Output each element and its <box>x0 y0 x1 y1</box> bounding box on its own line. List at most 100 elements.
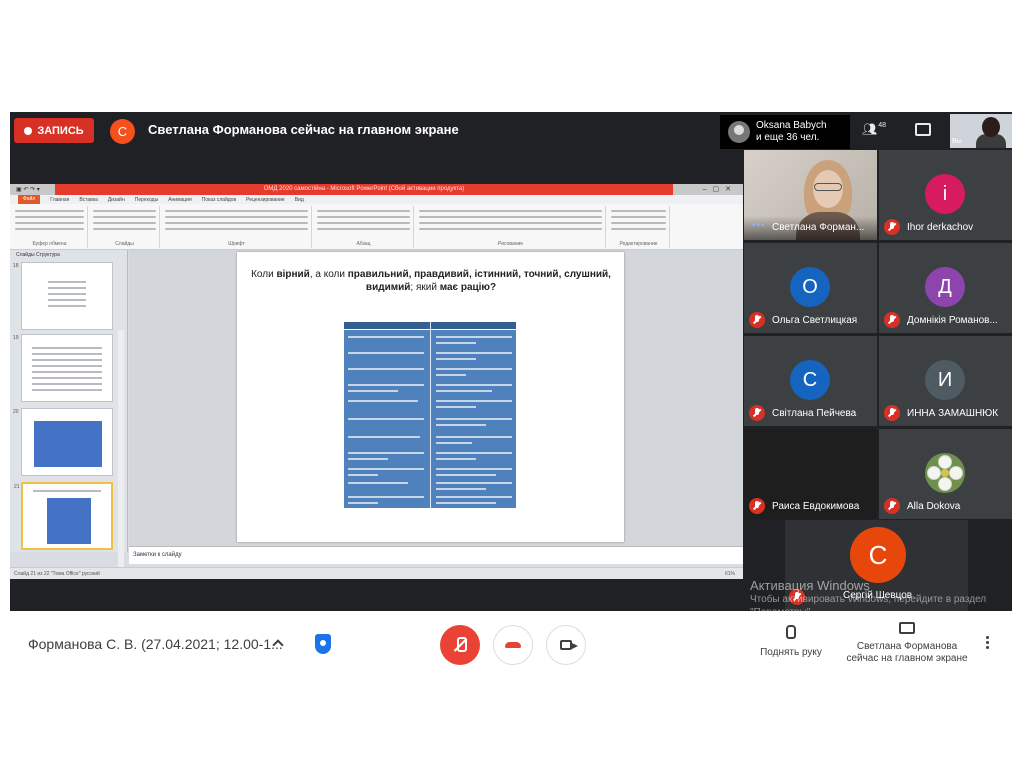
participant-name: Раиса Евдокимова <box>772 501 860 512</box>
present-screen-icon <box>899 622 915 634</box>
ribbon-group-drawing: Рисование <box>416 206 606 248</box>
record-label: ЗАПИСЬ <box>37 124 84 137</box>
tab-insert: Вставка <box>79 196 98 203</box>
raise-hand-label: Поднять руку <box>760 647 822 658</box>
participant-name: Сергій Шевцов <box>843 590 913 601</box>
chat-icon[interactable] <box>915 123 931 136</box>
present-label-line1: Светлана Форманова <box>856 641 958 652</box>
participant-tile[interactable]: i Ihor derkachov <box>879 150 1012 240</box>
avatar: И <box>925 360 965 400</box>
mic-off-icon <box>749 312 765 328</box>
ppt-title-bar: ▣ ↶ ↷ ▾ ОМД 2020 самостійна - Microsoft … <box>10 184 743 195</box>
ribbon-group-slides: Слайды <box>90 206 160 248</box>
presenting-banner: Светлана Форманова сейчас на главном экр… <box>148 122 459 137</box>
slide-thumbnail: 19 <box>13 334 113 402</box>
tab-design: Дизайн <box>107 196 125 203</box>
camera-icon <box>560 640 578 650</box>
raise-hand-button[interactable]: Поднять руку <box>758 625 824 658</box>
ribbon-group-paragraph: Абзац <box>314 206 414 248</box>
more-options-icon[interactable] <box>986 636 990 651</box>
mic-off-icon <box>884 498 900 514</box>
tab-animation: Анимация <box>168 196 192 203</box>
mic-off-icon <box>451 636 469 654</box>
mic-off-icon <box>884 405 900 421</box>
participant-tile-empty <box>968 520 1012 611</box>
record-indicator[interactable]: ЗАПИСЬ <box>14 118 94 143</box>
tab-file: Файл <box>18 195 41 204</box>
hand-icon <box>786 625 796 639</box>
participant-name: Домнікія Романов... <box>907 315 998 326</box>
participants-summary[interactable]: Oksana Babych и еще 36 чел. <box>720 115 850 149</box>
self-video-thumbnail[interactable]: Вы <box>950 114 1012 148</box>
camera-toggle-button[interactable] <box>546 625 586 665</box>
hang-up-button[interactable] <box>493 625 533 665</box>
self-label: Вы <box>952 138 962 145</box>
current-slide: Коли вірний, а коли правильний, правдиви… <box>237 252 624 542</box>
window-controls: –▢✕ <box>702 186 737 193</box>
quick-access-toolbar: ▣ ↶ ↷ ▾ <box>16 187 40 193</box>
ribbon-group-font: Шрифт <box>162 206 312 248</box>
tab-view: Вид <box>294 196 304 203</box>
people-button[interactable]: 👥︎ 48 <box>862 122 886 136</box>
hang-up-icon <box>505 642 521 648</box>
participant-tile-video[interactable]: ••• Светлана Форман... <box>744 150 877 240</box>
mic-off-icon <box>749 405 765 421</box>
meet-window: ЗАПИСЬ С Светлана Форманова сейчас на гл… <box>10 112 1012 611</box>
zoom-level: 61% <box>724 571 735 577</box>
tab-review: Рецензирование <box>246 196 285 203</box>
tab-home: Главная <box>50 196 70 203</box>
participant-name: ИННА ЗАМАШНЮК <box>907 408 999 419</box>
ppt-ribbon: Буфер обмена Слайды Шрифт Абзац Рисовани… <box>10 204 743 250</box>
slide-thumbnail: 20 <box>13 408 113 476</box>
speaking-indicator-icon: ••• <box>752 220 766 231</box>
avatar <box>728 121 750 143</box>
avatar: i <box>925 174 965 214</box>
participant-tile[interactable]: О Ольга Светлицкая <box>744 243 877 333</box>
slide-title: Коли вірний, а коли правильний, правдиви… <box>251 269 611 293</box>
record-dot-icon <box>24 126 33 135</box>
microphone-toggle-button[interactable] <box>440 625 480 665</box>
participant-name: Oksana Babych <box>756 120 827 131</box>
ppt-window-title: ОМД 2020 самостійна - Microsoft PowerPoi… <box>55 184 673 195</box>
ribbon-group-editing: Редактирование <box>608 206 670 248</box>
participant-more: и еще 36 чел. <box>756 132 820 143</box>
participant-tile[interactable]: Alla Dokova <box>879 429 1012 519</box>
mic-off-icon <box>884 219 900 235</box>
avatar: С <box>850 527 906 583</box>
participant-tile[interactable]: С Світлана Пейчева <box>744 336 877 426</box>
shared-screen: ▣ ↶ ↷ ▾ ОМД 2020 самостійна - Microsoft … <box>10 184 743 579</box>
avatar: С <box>790 360 830 400</box>
participant-tile-video-off[interactable]: Раиса Евдокимова <box>744 429 877 519</box>
top-bar: ЗАПИСЬ С Светлана Форманова сейчас на гл… <box>10 112 1012 150</box>
people-icon: 👥︎ <box>862 122 878 136</box>
mic-off-icon <box>789 589 805 605</box>
panel-tabs: Слайды Структура <box>16 252 60 258</box>
slides-panel: Слайды Структура 18 19 20 21 <box>10 250 128 579</box>
slide-table <box>344 322 516 508</box>
ppt-ribbon-tabs: Файл Главная Вставка Дизайн Переходы Ани… <box>10 195 743 204</box>
status-text: Слайд 21 из 22 "Тема Office" русский <box>14 571 100 577</box>
slide-thumbnail-selected: 21 <box>14 482 113 550</box>
shield-icon[interactable] <box>315 634 331 654</box>
slide-thumbnail: 18 <box>13 262 113 330</box>
people-count: 48 <box>878 122 887 129</box>
mic-off-icon <box>884 312 900 328</box>
tab-transitions: Переходы <box>134 196 159 203</box>
avatar: Д <box>925 267 965 307</box>
ppt-status-bar: Слайд 21 из 22 "Тема Office" русский 61% <box>10 567 743 579</box>
presenting-button[interactable]: Светлана Форманова сейчас на главном экр… <box>840 621 974 665</box>
present-label-line2: сейчас на главном экране <box>846 653 968 664</box>
participant-name: Светлана Форман... <box>772 222 865 233</box>
presenter-avatar: С <box>110 119 135 144</box>
avatar: О <box>790 267 830 307</box>
participant-tile[interactable]: И ИННА ЗАМАШНЮК <box>879 336 1012 426</box>
slide-canvas: Коли вірний, а коли правильний, правдиви… <box>129 250 743 546</box>
participant-name: Світлана Пейчева <box>772 408 857 419</box>
tab-slideshow: Показ слайдов <box>201 196 237 203</box>
bottom-control-bar: Форманова С. В. (27.04.2021; 12.00-1... … <box>10 611 1012 681</box>
participant-tile[interactable]: Д Домнікія Романов... <box>879 243 1012 333</box>
participant-name: Alla Dokova <box>907 501 961 512</box>
panel-scrollbar <box>118 330 124 579</box>
flower-avatar-icon <box>925 453 965 493</box>
meeting-title: Форманова С. В. (27.04.2021; 12.00-1... <box>28 636 283 652</box>
